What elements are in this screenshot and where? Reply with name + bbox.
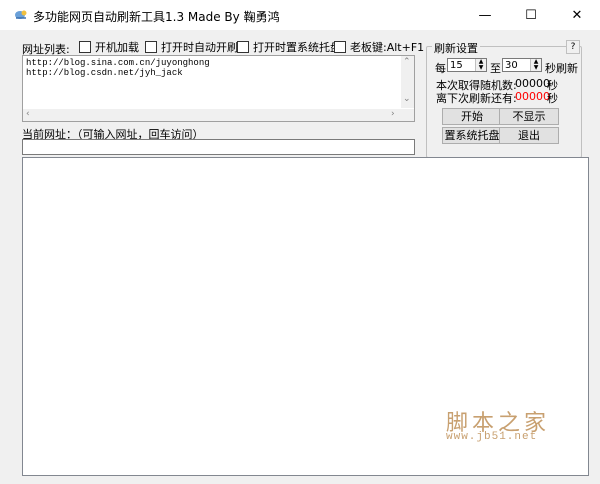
scroll-left-icon[interactable]: ‹ [26,109,30,119]
boss-key-label: 老板键:Alt+F1 [350,41,425,54]
title-bar: 多功能网页自动刷新工具1.3 Made By 鞠勇鸿 — ☐ ✕ [0,0,600,30]
seconds-refresh-label: 秒刷新 [545,62,578,75]
next-refresh-unit: 秒 [547,92,558,105]
spinner-arrows-icon[interactable]: ▲ ▼ [475,59,486,71]
maximize-button[interactable]: ☐ [508,0,554,30]
refresh-settings-title: 刷新设置 [432,40,480,56]
app-window: 多功能网页自动刷新工具1.3 Made By 鞠勇鸿 — ☐ ✕ 网址列表: 开… [0,0,600,484]
scroll-down-icon[interactable]: ⌄ [403,94,411,104]
start-button[interactable]: 开始 [442,108,502,125]
watermark-url: www.jb51.net [446,431,538,443]
minimize-button[interactable]: — [462,0,508,30]
boss-key-checkbox[interactable]: 老板键:Alt+F1 [334,40,424,54]
maximize-icon: ☐ [525,7,537,23]
checkbox-box[interactable] [237,41,249,53]
url-list-line: http://blog.csdn.net/jyh_jack [26,68,183,78]
min-seconds-value: 15 [450,60,463,71]
horizontal-scrollbar[interactable]: ‹ › [23,109,401,121]
help-button[interactable]: ? [566,40,580,54]
minimize-icon: — [478,7,492,23]
spinner-arrows-icon[interactable]: ▲ ▼ [530,59,541,71]
to-label: 至 [490,62,501,75]
auto-refresh-label: 打开时自动开刷 [161,41,238,54]
url-list-textarea[interactable]: http://blog.sina.com.cn/juyonghong http:… [22,55,415,122]
url-list-line: http://blog.sina.com.cn/juyonghong [26,58,210,68]
close-button[interactable]: ✕ [554,0,600,30]
window-title: 多功能网页自动刷新工具1.3 Made By 鞠勇鸿 [33,10,280,24]
checkbox-box[interactable] [145,41,157,53]
hide-button[interactable]: 不显示 [499,108,559,125]
minimize-to-tray-button[interactable]: 置系统托盘 [442,127,502,144]
tray-on-open-checkbox[interactable]: 打开时置系统托盘 [237,40,341,54]
tray-on-open-label: 打开时置系统托盘 [253,41,341,54]
close-icon: ✕ [571,7,583,23]
every-label: 每 [435,62,446,75]
checkbox-box[interactable] [334,41,346,53]
max-seconds-spinner[interactable]: 30 ▲ ▼ [502,58,542,72]
random-number-value: 00000 [515,77,550,90]
auto-refresh-checkbox[interactable]: 打开时自动开刷 [145,40,238,54]
scrollbar-corner [401,109,414,121]
max-seconds-value: 30 [505,60,518,71]
next-refresh-countdown: 00000 [515,90,550,103]
current-url-input[interactable] [22,139,415,155]
autostart-label: 开机加载 [95,41,139,54]
min-seconds-spinner[interactable]: 15 ▲ ▼ [447,58,487,72]
exit-button[interactable]: 退出 [499,127,559,144]
checkbox-box[interactable] [79,41,91,53]
scroll-up-icon[interactable]: ⌃ [403,57,411,67]
autostart-checkbox[interactable]: 开机加载 [79,40,139,54]
next-refresh-label: 离下次刷新还有: [436,92,517,105]
scroll-right-icon[interactable]: › [391,109,395,119]
app-icon [14,9,28,21]
vertical-scrollbar[interactable]: ⌃ ⌄ [401,56,414,108]
